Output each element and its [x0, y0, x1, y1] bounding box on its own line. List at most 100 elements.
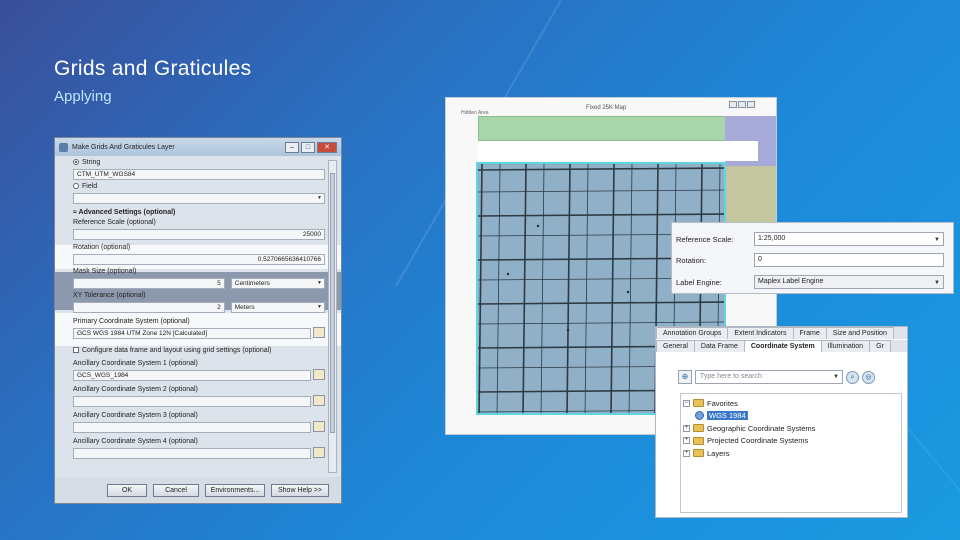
dialog-body: String CTM_UTM_WGS84 Field ≈ Advanced Se… — [55, 156, 341, 477]
data-frame-properties: Reference Scale: 1:25,000 Rotation: 0 La… — [671, 222, 954, 294]
string-option[interactable]: String — [73, 158, 325, 168]
map-layout-title: Fixed 25K Map — [586, 105, 627, 111]
globe-icon[interactable]: ◎ — [862, 370, 875, 384]
xy-tolerance-unit-select[interactable]: Meters — [230, 302, 325, 313]
reference-scale-input[interactable]: 25000 — [73, 229, 325, 240]
close-button[interactable]: ✕ — [317, 141, 337, 153]
configure-option[interactable]: Configure data frame and layout using gr… — [73, 346, 325, 356]
globe-filter-icon[interactable]: ⊕ — [678, 370, 692, 384]
ok-button[interactable]: OK — [107, 483, 147, 497]
tab-general[interactable]: General — [656, 340, 695, 352]
ancillary-4-browse-button[interactable] — [313, 447, 325, 458]
map-window-buttons — [729, 101, 755, 108]
map-close-icon[interactable] — [747, 101, 755, 108]
mask-size-input[interactable]: 5 — [73, 278, 225, 289]
ancillary-3-input[interactable] — [73, 422, 311, 433]
radio-string[interactable] — [73, 159, 79, 165]
map-frame-green — [478, 116, 726, 141]
show-help-button[interactable]: Show Help >> — [271, 483, 329, 497]
scrollbar-thumb[interactable] — [330, 173, 335, 433]
tab-illumination[interactable]: Illumination — [820, 340, 871, 352]
radio-field[interactable] — [73, 183, 79, 189]
props-rotation-label: Rotation: — [676, 255, 707, 265]
tab-frame[interactable]: Frame — [792, 327, 827, 339]
tab-data-frame[interactable]: Data Frame — [693, 340, 745, 352]
coordinate-system-tree: − Favorites WGS 1984 + Geographic Coordi… — [680, 393, 902, 513]
configure-checkbox[interactable] — [73, 347, 79, 353]
search-icon[interactable]: ⌕ — [846, 370, 859, 384]
rotation-input[interactable]: 0.5270665636410766 — [73, 254, 325, 265]
grid-marker — [626, 290, 630, 294]
tree-item-wgs1984[interactable]: WGS 1984 — [683, 410, 901, 423]
field-option-label: Field — [82, 183, 98, 190]
folder-icon — [693, 424, 704, 433]
slide-subtitle: Applying — [54, 88, 112, 105]
tree-item-projected[interactable]: + Projected Coordinate Systems — [683, 435, 901, 448]
grid-line-horizontal — [478, 301, 724, 305]
primary-cs-input[interactable]: GCS WGS 1984 UTM Zone 12N [Calculated] — [73, 328, 311, 339]
mask-size-unit-select[interactable]: Centimeters — [230, 278, 325, 289]
tab-extent-indicators[interactable]: Extent Indicators — [727, 327, 794, 339]
grid-line-vertical — [522, 164, 527, 413]
tree-item-layers[interactable]: + Layers — [683, 447, 901, 460]
map-frame-white — [478, 141, 758, 161]
ancillary-4-input[interactable] — [73, 448, 311, 459]
cancel-button[interactable]: Cancel — [153, 483, 199, 497]
ancillary-3-browse-button[interactable] — [313, 421, 325, 432]
grid-line-vertical — [540, 164, 545, 413]
ancillary-2-input[interactable] — [73, 396, 311, 407]
dialog-scrollbar[interactable] — [328, 160, 337, 473]
slide-title: Grids and Graticules — [54, 57, 252, 80]
minimize-button[interactable]: – — [285, 141, 299, 153]
tree-item-geographic[interactable]: + Geographic Coordinate Systems — [683, 422, 901, 435]
maximize-button[interactable]: □ — [301, 141, 315, 153]
field-option[interactable]: Field — [73, 182, 325, 192]
map-restore-icon[interactable] — [738, 101, 746, 108]
search-input[interactable]: Type here to search — [695, 370, 843, 384]
expand-icon[interactable]: + — [683, 449, 690, 457]
search-row: ⊕ Type here to search ⌕ ◎ — [678, 370, 875, 384]
string-option-label: String — [82, 159, 101, 166]
tree-label: Projected Coordinate Systems — [707, 436, 809, 446]
props-rotation-input[interactable]: 0 — [754, 253, 944, 267]
folder-icon — [693, 399, 704, 408]
tree-label: Geographic Coordinate Systems — [707, 423, 816, 433]
advanced-header-label: Advanced Settings (optional) — [78, 209, 176, 216]
primary-cs-browse-button[interactable] — [313, 327, 325, 338]
rotation-label: Rotation (optional) — [73, 244, 131, 251]
decorative-line — [900, 419, 960, 540]
ancillary-1-browse-button[interactable] — [313, 369, 325, 380]
grid-line-vertical — [610, 164, 615, 413]
map-minimize-icon[interactable] — [729, 101, 737, 108]
string-input[interactable]: CTM_UTM_WGS84 — [73, 169, 325, 180]
tab-annotation-groups[interactable]: Annotation Groups — [656, 327, 729, 339]
reference-scale-row: Reference Scale: 1:25,000 — [676, 232, 944, 246]
ancillary-2-browse-button[interactable] — [313, 395, 325, 406]
expand-icon[interactable]: + — [683, 437, 690, 445]
rotation-row: Rotation: 0 — [676, 253, 944, 267]
tab-coordinate-system[interactable]: Coordinate System — [743, 340, 822, 352]
ancillary-2-label: Ancillary Coordinate System 2 (optional) — [73, 386, 198, 393]
expand-icon[interactable]: + — [683, 424, 690, 432]
props-reference-scale-select[interactable]: 1:25,000 — [754, 232, 944, 246]
collapse-icon[interactable]: − — [683, 399, 690, 407]
make-grids-dialog: Make Grids And Graticules Layer – □ ✕ St… — [54, 137, 342, 504]
tab-row-bottom: General Data Frame Coordinate System Illumi… — [656, 340, 907, 352]
xy-tolerance-input[interactable]: 2 — [73, 302, 225, 313]
ancillary-3-label: Ancillary Coordinate System 3 (optional) — [73, 412, 198, 419]
tab-gr[interactable]: Gr — [869, 340, 891, 352]
grid-line-vertical — [584, 164, 589, 413]
map-frame-olive — [725, 166, 776, 226]
tree-label: Layers — [707, 448, 730, 458]
grid-marker — [566, 328, 570, 332]
label-engine-row: Label Engine: Maplex Label Engine — [676, 275, 944, 289]
ancillary-1-input[interactable]: GCS_WGS_1984 — [73, 370, 311, 381]
dialog-footer: OK Cancel Environments... Show Help >> — [55, 477, 341, 503]
props-label-engine-select[interactable]: Maplex Label Engine — [754, 275, 944, 289]
field-select[interactable] — [73, 193, 325, 204]
tree-item-favorites[interactable]: − Favorites — [683, 397, 901, 410]
props-label-engine-label: Label Engine: — [676, 277, 722, 287]
advanced-settings-header[interactable]: ≈ Advanced Settings (optional) — [73, 208, 325, 218]
tab-size-and-position[interactable]: Size and Position — [825, 327, 894, 339]
environments-button[interactable]: Environments... — [205, 483, 265, 497]
